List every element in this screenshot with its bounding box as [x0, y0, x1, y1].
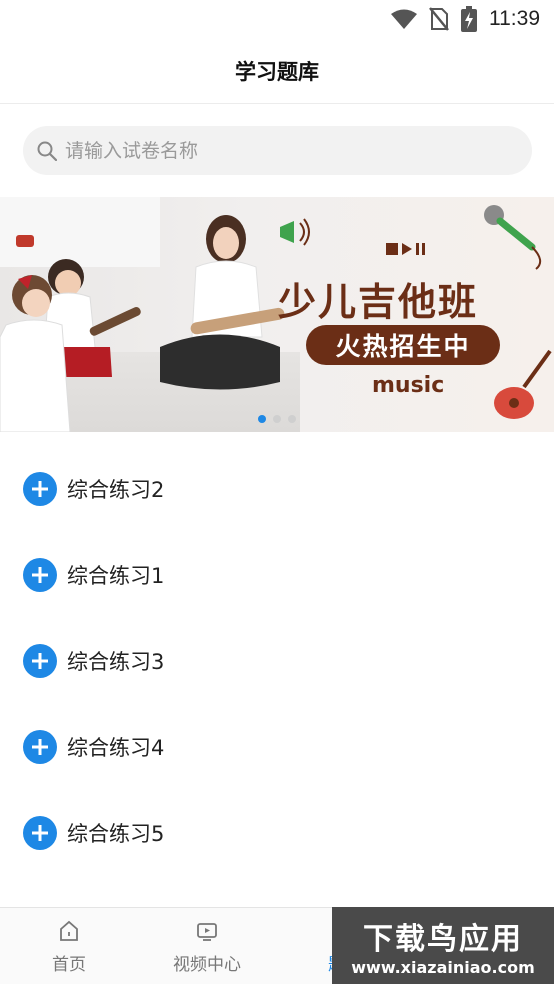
- carousel-dot[interactable]: [273, 415, 281, 423]
- status-bar: 11:39: [0, 0, 554, 38]
- practice-list: 综合练习2 综合练习1 综合练习3 综合练习4 综合练习5: [0, 446, 554, 876]
- banner-subtitle: music: [372, 373, 445, 398]
- plus-circle-icon: [23, 472, 57, 506]
- status-time: 11:39: [489, 7, 540, 30]
- plus-circle-icon: [23, 730, 57, 764]
- banner-pill: 火热招生中: [306, 325, 500, 365]
- search-box[interactable]: [23, 126, 532, 175]
- media-controls-icon: [386, 243, 425, 255]
- list-item[interactable]: 综合练习1: [0, 532, 554, 618]
- watermark-title: 下载鸟应用: [363, 922, 523, 957]
- carousel-indicator: [258, 415, 296, 423]
- wifi-icon: [391, 9, 417, 29]
- nav-label: 首页: [52, 955, 86, 975]
- nav-label: 视频中心: [173, 955, 241, 975]
- home-icon: [60, 920, 78, 941]
- list-item-label: 综合练习3: [67, 650, 165, 674]
- list-item-label: 综合练习1: [67, 564, 165, 588]
- header: 学习题库: [0, 38, 554, 104]
- search-input[interactable]: [65, 139, 485, 162]
- banner-pill-text: 火热招生中: [335, 332, 471, 361]
- list-item-label: 综合练习2: [67, 478, 165, 502]
- list-item[interactable]: 综合练习2: [0, 446, 554, 532]
- list-item-label: 综合练习5: [67, 822, 165, 846]
- banner-photo: [0, 215, 285, 432]
- plus-circle-icon: [23, 558, 57, 592]
- video-icon: [197, 923, 217, 941]
- carousel-dot[interactable]: [258, 415, 266, 423]
- guitar-icon: [494, 349, 552, 419]
- plus-circle-icon: [23, 644, 57, 678]
- watermark-url: www.xiazainiao.com: [351, 958, 535, 977]
- no-sim-icon: [429, 7, 449, 31]
- plus-circle-icon: [23, 816, 57, 850]
- watermark: 下载鸟应用 www.xiazainiao.com: [332, 907, 554, 984]
- list-item[interactable]: 综合练习5: [0, 790, 554, 876]
- banner-carousel[interactable]: 少儿吉他班 火热招生中 music: [0, 197, 554, 432]
- nav-item-video[interactable]: 视频中心: [138, 908, 276, 984]
- carousel-dot[interactable]: [288, 415, 296, 423]
- banner-title: 少儿吉他班: [278, 280, 479, 324]
- megaphone-icon: [280, 218, 310, 246]
- nav-item-home[interactable]: 首页: [0, 908, 138, 984]
- list-item[interactable]: 综合练习3: [0, 618, 554, 704]
- battery-charging-icon: [461, 6, 477, 32]
- microphone-icon: [484, 205, 542, 270]
- page-title: 学习题库: [235, 59, 319, 84]
- list-item[interactable]: 综合练习4: [0, 704, 554, 790]
- search-icon: [37, 141, 57, 161]
- list-item-label: 综合练习4: [67, 736, 165, 760]
